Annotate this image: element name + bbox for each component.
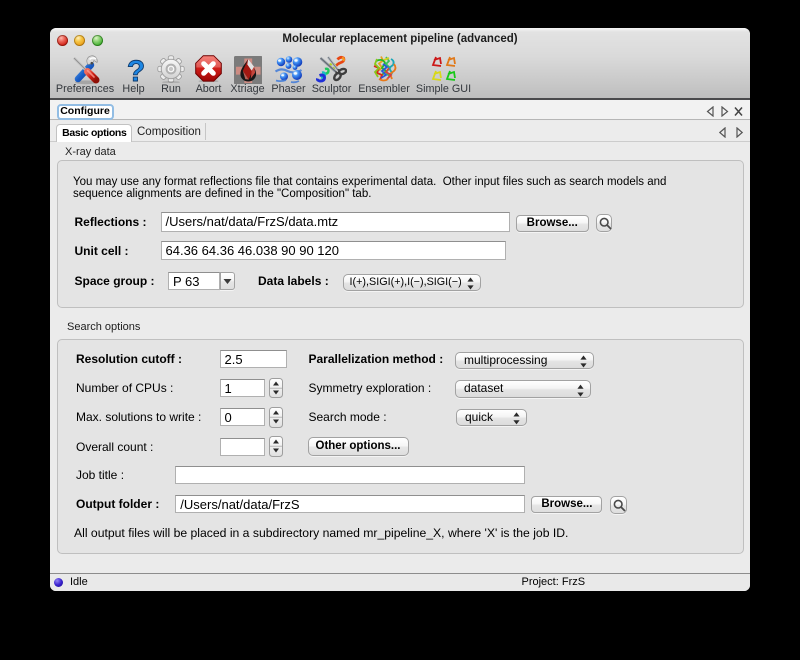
svg-text:?: ?	[127, 55, 145, 85]
